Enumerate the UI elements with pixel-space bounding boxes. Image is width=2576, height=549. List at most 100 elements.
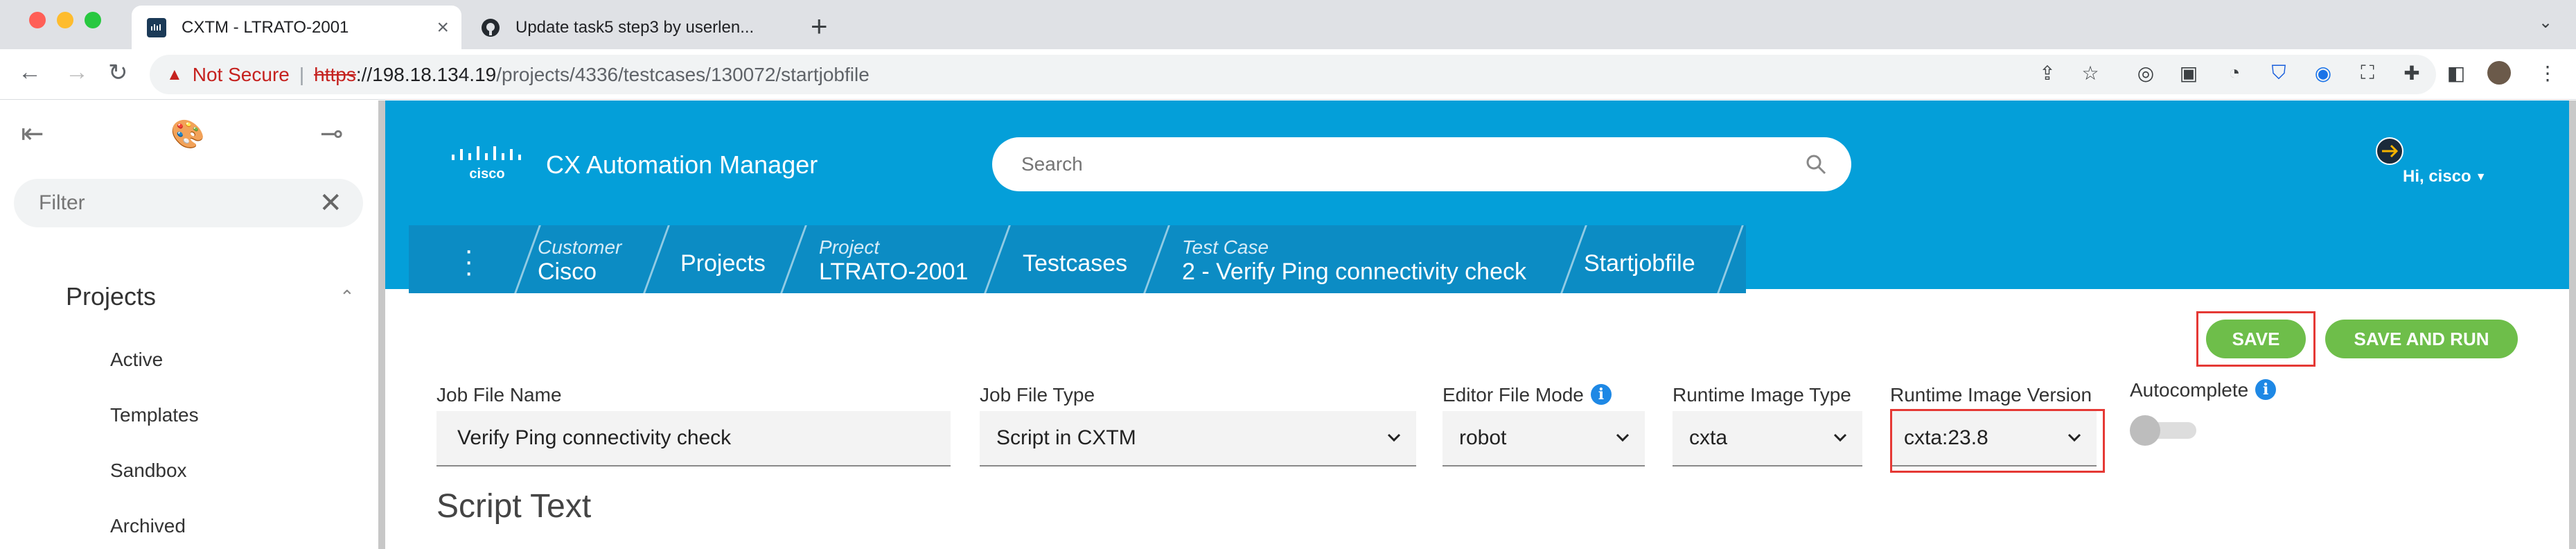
bitwarden-icon[interactable]: ⛉ <box>2267 61 2291 85</box>
save-button[interactable]: SAVE <box>2206 320 2306 358</box>
cisco-logo: cisco <box>452 146 521 182</box>
runtime-image-version-label: Runtime Image Version <box>1890 384 2092 406</box>
crumb-value: Testcases <box>1023 250 1128 277</box>
close-icon[interactable]: ✕ <box>319 187 342 219</box>
runtime-image-type-label: Runtime Image Type <box>1673 384 1851 406</box>
job-file-name-value: Verify Ping connectivity check <box>457 426 732 449</box>
editor-file-mode-select[interactable]: robot <box>1443 411 1645 467</box>
url-path: /projects/4336/testcases/130072/startjob… <box>496 63 870 85</box>
browser-tab-bar: CXTM - LTRATO-2001 × Update task5 step3 … <box>0 0 2576 49</box>
job-file-type-label: Job File Type <box>980 384 1095 406</box>
user-greeting: Hi, cisco <box>2403 167 2471 186</box>
autocomplete-label: Autocomplete i <box>2130 379 2277 401</box>
crumb-value: Startjobfile <box>1584 250 1695 277</box>
crumb-value: Cisco <box>538 259 597 285</box>
projects-section-title[interactable]: Projects <box>66 282 156 311</box>
sidebar-item-sandbox[interactable]: Sandbox <box>110 460 187 482</box>
job-file-name-field[interactable]: Verify Ping connectivity check <box>436 411 951 467</box>
forward-icon[interactable]: → <box>65 59 89 86</box>
new-tab-button[interactable]: + <box>811 10 828 43</box>
github-icon <box>482 18 500 37</box>
chevron-down-icon <box>1387 433 1401 442</box>
crumb-value: 2 - Verify Ping connectivity check <box>1182 259 1527 285</box>
close-window-button[interactable] <box>29 12 46 28</box>
autocomplete-text: Autocomplete <box>2130 379 2249 401</box>
editor-file-mode-label: Editor File Mode i <box>1443 384 1612 406</box>
warning-icon: ▲ <box>166 64 183 84</box>
autocomplete-toggle[interactable] <box>2130 415 2199 446</box>
bookmark-star-icon[interactable]: ☆ <box>2079 61 2102 85</box>
url-host: ://198.18.134.19 <box>355 63 497 85</box>
tab-title: Update task5 step3 by userlen... <box>515 17 755 37</box>
side-panel-icon[interactable]: ◧ <box>2444 61 2468 85</box>
breadcrumb: · · · Customer Cisco Projects Project LTRA… <box>409 225 1746 293</box>
extension-icon[interactable]: ▣ <box>2177 61 2200 85</box>
crumb-label: Project <box>819 236 880 258</box>
sidebar-scrollbar[interactable] <box>378 101 385 549</box>
extension-icon[interactable]: ◎ <box>2134 61 2158 85</box>
extension-icon[interactable]: ◉ <box>2311 61 2335 85</box>
crumb-label: Test Case <box>1182 236 1269 258</box>
divider: | <box>299 63 305 85</box>
crumb-label: Customer <box>538 236 622 258</box>
chevron-down-icon <box>1833 433 1847 442</box>
tab-search-icon[interactable]: ⌄ <box>2539 12 2552 33</box>
highlight-box <box>1890 409 2105 473</box>
sidebar-item-templates[interactable]: Templates <box>110 404 199 426</box>
back-icon[interactable]: ← <box>18 59 42 86</box>
job-file-name-label: Job File Name <box>436 384 562 406</box>
job-file-type-value: Script in CXTM <box>996 426 1136 449</box>
save-and-run-button[interactable]: SAVE AND RUN <box>2325 320 2518 358</box>
extensions-puzzle-icon[interactable]: ✚ <box>2400 61 2424 85</box>
filter-input[interactable] <box>39 191 302 215</box>
profile-avatar[interactable] <box>2487 61 2511 85</box>
browser-tab-cxtm[interactable]: CXTM - LTRATO-2001 × <box>132 6 461 49</box>
maximize-window-button[interactable] <box>85 12 101 28</box>
search-field <box>992 137 1851 191</box>
chevron-up-icon[interactable]: ⌃ <box>339 286 355 308</box>
page-scrollbar[interactable] <box>2569 101 2576 549</box>
left-sidebar: ⇤ 🎨 ⊸ ✕ Projects ⌃ Active Templates Sand… <box>0 101 378 549</box>
not-secure-label: Not Secure <box>192 63 290 85</box>
app-title: CX Automation Manager <box>546 150 818 179</box>
runtime-image-type-value: cxta <box>1689 426 1728 449</box>
tab-close-icon[interactable]: × <box>436 16 449 40</box>
search-icon[interactable] <box>1806 154 1826 175</box>
user-arrow-icon[interactable] <box>2375 137 2404 166</box>
main-content: SAVE SAVE AND RUN Job File Name Verify P… <box>409 293 2569 549</box>
search-input[interactable] <box>1021 153 1783 175</box>
collapse-sidebar-icon[interactable]: ⇤ <box>21 118 44 150</box>
breadcrumb-divider <box>1717 225 1744 293</box>
pin-icon[interactable]: ⊸ <box>320 118 344 150</box>
cisco-favicon-icon <box>147 17 166 37</box>
breadcrumb-divider <box>780 225 807 293</box>
toggle-knob <box>2130 415 2160 446</box>
url-protocol: https <box>314 63 356 85</box>
breadcrumb-divider <box>984 225 1011 293</box>
share-icon[interactable]: ⇪ <box>2036 61 2059 85</box>
browser-menu-icon[interactable]: ⋮ <box>2536 61 2559 85</box>
job-file-type-select[interactable]: Script in CXTM <box>980 411 1416 467</box>
screenshot-icon[interactable]: ⛶ <box>2356 61 2379 85</box>
tab-title: CXTM - LTRATO-2001 <box>182 17 349 37</box>
palette-icon[interactable]: 🎨 <box>170 118 205 150</box>
chevron-down-icon <box>1616 433 1630 442</box>
extension-icon[interactable]: ◔ <box>2223 61 2246 85</box>
breadcrumb-divider <box>643 225 670 293</box>
script-text-heading: Script Text <box>436 488 592 525</box>
editor-file-mode-text: Editor File Mode <box>1443 384 1584 406</box>
breadcrumb-divider <box>1143 225 1170 293</box>
runtime-image-type-select[interactable]: cxta <box>1673 411 1862 467</box>
sidebar-item-active[interactable]: Active <box>110 349 163 371</box>
editor-file-mode-value: robot <box>1459 426 1507 449</box>
filter-field: ✕ <box>14 179 363 227</box>
user-menu[interactable]: Hi, cisco ▼ <box>2403 167 2487 186</box>
browser-tab-github[interactable]: Update task5 step3 by userlen... <box>466 6 784 49</box>
reload-icon[interactable]: ↻ <box>108 59 128 87</box>
caret-down-icon: ▼ <box>2475 171 2487 183</box>
kebab-menu-icon[interactable]: · · · <box>464 236 473 286</box>
minimize-window-button[interactable] <box>57 12 73 28</box>
info-icon[interactable]: i <box>2255 379 2277 400</box>
sidebar-item-archived[interactable]: Archived <box>110 515 186 537</box>
info-icon[interactable]: i <box>1590 384 1612 405</box>
